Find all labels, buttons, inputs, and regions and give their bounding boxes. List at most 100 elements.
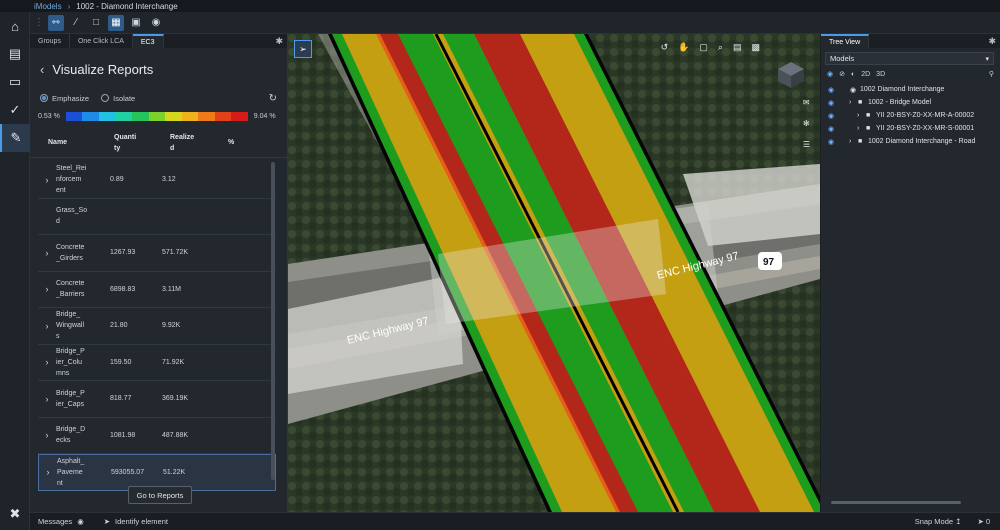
table-row[interactable]: › Bridge_D ecks 1081.98 487.88K bbox=[38, 418, 276, 454]
go-to-reports-button[interactable]: Go to Reports bbox=[128, 486, 192, 504]
pin-icon[interactable]: ✱ bbox=[988, 36, 996, 47]
legend-swatch bbox=[115, 111, 132, 121]
chevron-icon[interactable]: › bbox=[849, 99, 858, 106]
pin-icon[interactable]: ✱ bbox=[275, 36, 283, 47]
chevron-right-icon[interactable]: › bbox=[38, 248, 56, 258]
viewport-3d[interactable]: ENC Highway 97 ENC Highway 97 97 ➢ ↺ ✋ ▢… bbox=[288, 34, 820, 512]
paint-icon[interactable]: ✎ bbox=[0, 124, 30, 152]
chevron-right-icon[interactable]: › bbox=[38, 430, 56, 440]
emphasize-radio[interactable]: Emphasize bbox=[40, 94, 89, 103]
table-row[interactable]: Grass_So d bbox=[38, 199, 276, 235]
legend-swatch bbox=[165, 111, 182, 121]
chevron-icon[interactable]: › bbox=[857, 112, 866, 119]
fit-view-icon[interactable]: ▢ bbox=[699, 42, 708, 53]
layers-icon[interactable]: ☰ bbox=[803, 140, 810, 149]
tree-view-panel: Tree View ✱ Models ▾ ◉ ⊘ ◐ 2D 3D ⚲ ◉ ◉ 100… bbox=[821, 34, 1000, 512]
cube-icon[interactable]: ▣ bbox=[128, 15, 144, 31]
selection-count[interactable]: ➤ 0 bbox=[977, 517, 990, 526]
messages-item[interactable]: Messages ◉ bbox=[38, 517, 84, 526]
isolate-radio[interactable]: Isolate bbox=[101, 94, 135, 103]
table-row[interactable]: › Bridge_P ier_Caps 818.77 369.19K bbox=[38, 381, 276, 418]
chevron-icon[interactable]: › bbox=[857, 125, 866, 132]
search-icon[interactable]: ⚲ bbox=[989, 70, 994, 78]
chevron-right-icon[interactable]: › bbox=[39, 467, 57, 477]
col-name[interactable]: Name bbox=[48, 139, 114, 146]
home-icon[interactable]: ⌂ bbox=[0, 12, 30, 40]
table-row[interactable]: › Bridge_P ier_Colu mns 159.50 71.92K bbox=[38, 345, 276, 381]
view-side-tools: ✉ ✻ ☰ bbox=[803, 98, 810, 149]
view-toolbar: ↺ ✋ ▢ ⌕ ▤ ▩ bbox=[661, 42, 760, 53]
row-name: Bridge_D ecks bbox=[56, 426, 86, 445]
legend-swatch bbox=[148, 111, 166, 121]
col-realized[interactable]: Realize d bbox=[170, 132, 228, 154]
tree-node[interactable]: ◉ › ■ 1002 - Bridge Model bbox=[821, 96, 1000, 109]
tree-node[interactable]: ◉ › ■ YII 20-BSY-Z0-XX-MR-A-00002 bbox=[821, 109, 1000, 122]
row-quantity: 593055.07 bbox=[111, 468, 145, 476]
walk-icon[interactable]: ✻ bbox=[803, 119, 810, 128]
models-dropdown[interactable]: Models ▾ bbox=[825, 52, 994, 65]
chevron-icon[interactable]: › bbox=[849, 138, 858, 145]
eye-icon[interactable]: ◉ bbox=[825, 99, 837, 107]
chevron-right-icon[interactable]: › bbox=[38, 321, 56, 331]
eye-icon[interactable]: ◉ bbox=[825, 125, 837, 133]
zoom-icon[interactable]: ⌕ bbox=[718, 42, 723, 53]
col-quantity[interactable]: Quanti ty bbox=[114, 132, 170, 154]
table-row[interactable]: › Concrete _Barriers 6898.83 3.11M bbox=[38, 272, 276, 308]
rotate-icon[interactable]: ↺ bbox=[661, 42, 669, 53]
sphere-icon[interactable]: ◉ bbox=[148, 15, 164, 31]
eye-off-icon[interactable]: ⊘ bbox=[839, 70, 845, 78]
tab-one-click-lca[interactable]: One Click LCA bbox=[70, 34, 133, 48]
radio-selected-icon bbox=[40, 94, 48, 102]
panel-tabs: Groups One Click LCA EC3 bbox=[30, 34, 287, 48]
snap-mode-button[interactable]: Snap Mode ↥ bbox=[915, 517, 962, 526]
table-row[interactable]: › Bridge_ Wingwall s 21.80 9.92K bbox=[38, 308, 276, 345]
toggle-2d-label[interactable]: 2D bbox=[861, 71, 870, 78]
eye-icon[interactable]: ◉ bbox=[825, 112, 837, 120]
breadcrumb-root[interactable]: iModels bbox=[34, 2, 62, 11]
line-icon[interactable]: ∕ bbox=[68, 15, 84, 31]
horizontal-scrollbar[interactable] bbox=[831, 501, 961, 504]
scrollbar[interactable] bbox=[271, 162, 275, 480]
identify-item[interactable]: ➤ Identify element bbox=[104, 517, 168, 526]
camera-icon[interactable]: ▩ bbox=[751, 42, 760, 53]
chevron-right-icon[interactable]: › bbox=[38, 357, 56, 367]
aerial-scene: ENC Highway 97 ENC Highway 97 97 bbox=[288, 34, 820, 512]
ec3-panel: Groups One Click LCA EC3 ✱ ‹ Visualize R… bbox=[30, 34, 288, 512]
window-icon[interactable]: ▤ bbox=[733, 42, 742, 53]
table-row[interactable]: › Steel_Rei nforcem ent 0.89 3.12 bbox=[38, 162, 276, 199]
col-percent[interactable]: % bbox=[228, 139, 258, 146]
tab-ec3[interactable]: EC3 bbox=[132, 34, 164, 48]
select-cursor-icon[interactable]: ➢ bbox=[294, 40, 312, 58]
documents-icon[interactable]: ▭ bbox=[0, 68, 30, 96]
pan-icon[interactable]: ✋ bbox=[678, 42, 689, 53]
report-icon[interactable]: ▤ bbox=[0, 40, 30, 68]
square-icon[interactable]: □ bbox=[88, 15, 104, 31]
eye-icon[interactable]: ◉ bbox=[825, 138, 837, 146]
tools-icon[interactable]: ✖ bbox=[0, 506, 30, 522]
navigation-cube-icon[interactable] bbox=[776, 60, 806, 90]
eye-icon[interactable]: ◉ bbox=[827, 70, 833, 78]
measure-icon[interactable]: ⇿ bbox=[48, 14, 64, 31]
invert-icon[interactable]: ◐ bbox=[851, 71, 855, 78]
tree-node[interactable]: ◉ › ■ YII 20-BSY-Z0-XX-MR-S-00001 bbox=[821, 122, 1000, 135]
toggle-3d-label[interactable]: 3D bbox=[876, 71, 885, 78]
grip-icon[interactable]: ⋮⋮ bbox=[34, 17, 54, 28]
eye-icon[interactable]: ◉ bbox=[825, 86, 837, 94]
select-box-icon[interactable]: ▦ bbox=[108, 14, 124, 31]
table-row[interactable]: › Concrete _Girders 1267.93 571.72K bbox=[38, 235, 276, 272]
messages-label: Messages bbox=[38, 517, 73, 526]
tab-tree-view[interactable]: Tree View bbox=[821, 34, 870, 48]
tree-node[interactable]: ◉ ◉ 1002 Diamond Interchange bbox=[821, 83, 1000, 96]
check-icon[interactable]: ✓ bbox=[0, 96, 30, 124]
tree-node[interactable]: ◉ › ■ 1002 Diamond Interchange - Road bbox=[821, 135, 1000, 148]
chevron-right-icon[interactable]: › bbox=[38, 284, 56, 294]
back-icon[interactable]: ‹ bbox=[40, 62, 44, 77]
row-realized: 51.22K bbox=[163, 468, 186, 476]
chat-icon[interactable]: ✉ bbox=[803, 98, 810, 107]
tab-groups[interactable]: Groups bbox=[30, 34, 70, 48]
refresh-icon[interactable]: ↻ bbox=[269, 93, 277, 104]
legend-swatch bbox=[231, 111, 248, 121]
chevron-right-icon[interactable]: › bbox=[38, 175, 56, 185]
mode-radios: Emphasize Isolate ↻ bbox=[30, 88, 287, 108]
chevron-right-icon[interactable]: › bbox=[38, 394, 56, 404]
